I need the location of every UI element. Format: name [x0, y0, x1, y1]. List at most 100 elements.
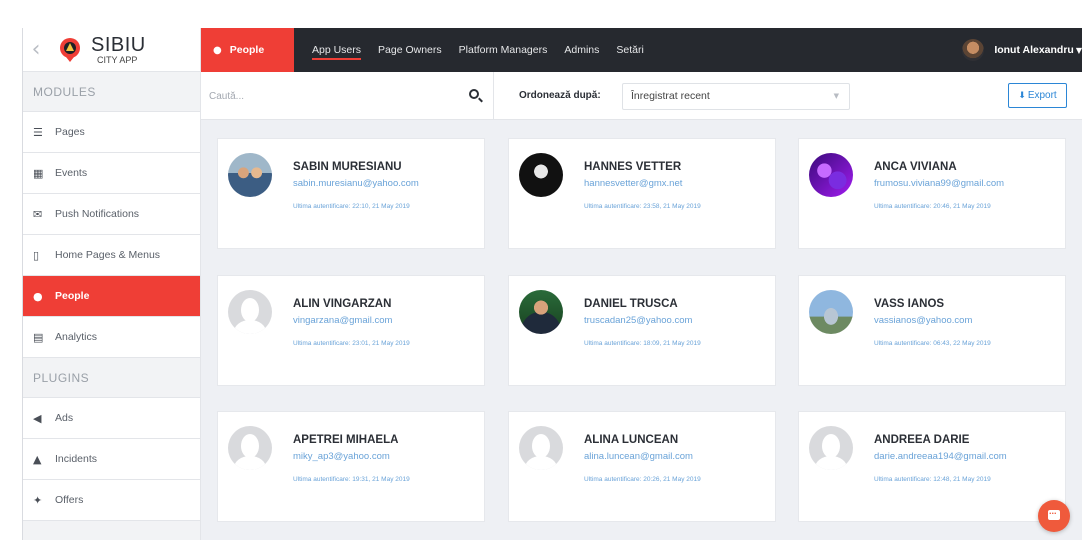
- section-plugins: PLUGINS: [23, 358, 200, 398]
- sidebar-item-label: Home Pages & Menus: [55, 249, 161, 261]
- user-icon: ●: [33, 289, 43, 303]
- tab-people[interactable]: ● People: [201, 28, 294, 72]
- section-modules: MODULES: [23, 72, 200, 112]
- chat-bubble-icon[interactable]: [1038, 500, 1070, 532]
- person-card[interactable]: VASS IANOS vassianos@yahoo.com Ultima au…: [798, 275, 1066, 386]
- avatar: [228, 153, 272, 197]
- filter-bar: Ordonează după: Înregistrat recent ▼ ⬇Ex…: [201, 72, 1082, 120]
- sort-select-value: Înregistrat recent: [631, 90, 710, 102]
- brand-subtitle: CITY APP: [97, 54, 138, 65]
- user-menu[interactable]: Ionut Alexandru ▼: [962, 28, 1082, 72]
- person-email[interactable]: truscadan25@yahoo.com: [584, 315, 692, 326]
- person-email[interactable]: hannesvetter@gmx.net: [584, 178, 682, 189]
- person-last-login: Ultima autentificare: 06:43, 22 May 2019: [874, 340, 991, 347]
- export-label: Export: [1027, 90, 1057, 101]
- person-email[interactable]: vingarzana@gmail.com: [293, 315, 392, 326]
- sidebar-item-label: People: [55, 290, 90, 302]
- sidebar-item-offers[interactable]: ✦ Offers: [23, 480, 200, 521]
- person-name: HANNES VETTER: [584, 161, 682, 173]
- tab-admins[interactable]: Admins: [564, 28, 599, 72]
- avatar: [809, 290, 853, 334]
- user-name: Ionut Alexandru: [994, 44, 1074, 56]
- user-icon: ●: [213, 44, 222, 56]
- sidebar-item-label: Analytics: [55, 331, 98, 343]
- person-last-login: Ultima autentificare: 12:48, 21 May 2019: [874, 476, 991, 483]
- tab-app-users[interactable]: App Users: [312, 28, 362, 72]
- warning-icon: ▲: [33, 452, 42, 466]
- person-card[interactable]: HANNES VETTER hannesvetter@gmx.net Ultim…: [508, 138, 776, 249]
- person-name: ANDREEA DARIE: [874, 434, 970, 446]
- person-name: APETREI MIHAELA: [293, 434, 399, 446]
- search-icon[interactable]: [469, 89, 479, 99]
- sidebar-item-home-pages-menus[interactable]: ▯ Home Pages & Menus: [23, 235, 200, 276]
- person-name: ALINA LUNCEAN: [584, 434, 679, 446]
- brand-text: SIBIU CITY APP: [91, 35, 146, 65]
- tab-people-label: People: [229, 44, 265, 56]
- person-name: ANCA VIVIANA: [874, 161, 957, 173]
- person-card[interactable]: DANIEL TRUSCA truscadan25@yahoo.com Ulti…: [508, 275, 776, 386]
- person-name: VASS IANOS: [874, 298, 945, 310]
- back-chevron-icon[interactable]: ‹: [23, 37, 49, 62]
- person-last-login: Ultima autentificare: 18:09, 21 May 2019: [584, 340, 701, 347]
- avatar: [228, 426, 272, 470]
- logo-pin-icon: [60, 37, 80, 62]
- sidebar-item-pages[interactable]: ☰ Pages: [23, 112, 200, 153]
- person-last-login: Ultima autentificare: 19:31, 21 May 2019: [293, 476, 410, 483]
- top-navbar: ● People App Users Page Owners Platform …: [201, 28, 1082, 72]
- avatar: [519, 153, 563, 197]
- brand-header: ‹ SIBIU CITY APP: [23, 28, 200, 72]
- sidebar: ‹ SIBIU CITY APP MODULES ☰ Pages ▦ Event…: [23, 28, 201, 540]
- calendar-icon: ▦: [33, 166, 44, 180]
- sidebar-item-label: Push Notifications: [55, 208, 140, 220]
- person-card[interactable]: ANDREEA DARIE darie.andreeaa194@gmail.co…: [798, 411, 1066, 522]
- tag-icon: ✦: [33, 493, 43, 507]
- person-name: DANIEL TRUSCA: [584, 298, 678, 310]
- list-icon: ☰: [33, 125, 43, 139]
- sidebar-item-label: Ads: [55, 412, 74, 424]
- person-card[interactable]: ALINA LUNCEAN alina.luncean@gmail.com Ul…: [508, 411, 776, 522]
- avatar: [809, 426, 853, 470]
- person-card[interactable]: ALIN VINGARZAN vingarzana@gmail.com Ulti…: [217, 275, 485, 386]
- sort-label: Ordonează după:: [519, 90, 601, 101]
- brand-name: SIBIU: [91, 33, 146, 56]
- person-name: SABIN MURESIANU: [293, 161, 402, 173]
- sidebar-item-ads[interactable]: ◀ Ads: [23, 398, 200, 439]
- sidebar-item-push-notifications[interactable]: ✉ Push Notifications: [23, 194, 200, 235]
- person-email[interactable]: frumosu.viviana99@gmail.com: [874, 178, 1004, 189]
- person-email[interactable]: alina.luncean@gmail.com: [584, 451, 693, 462]
- search-box: [201, 72, 494, 120]
- person-email[interactable]: darie.andreeaa194@gmail.com: [874, 451, 1007, 462]
- download-icon: ⬇: [1018, 91, 1026, 101]
- person-email[interactable]: vassianos@yahoo.com: [874, 315, 972, 326]
- caret-down-icon: ▼: [1075, 45, 1082, 55]
- sort-select[interactable]: Înregistrat recent ▼: [622, 83, 850, 110]
- tab-page-owners[interactable]: Page Owners: [378, 28, 442, 72]
- sidebar-item-people[interactable]: ● People: [23, 276, 200, 317]
- person-email[interactable]: miky_ap3@yahoo.com: [293, 451, 390, 462]
- tab-platform-managers[interactable]: Platform Managers: [459, 28, 548, 72]
- person-last-login: Ultima autentificare: 23:01, 21 May 2019: [293, 340, 410, 347]
- sidebar-item-analytics[interactable]: ▤ Analytics: [23, 317, 200, 358]
- avatar: [809, 153, 853, 197]
- person-last-login: Ultima autentificare: 20:46, 21 May 2019: [874, 203, 991, 210]
- envelope-icon: ✉: [33, 207, 43, 221]
- avatar: [228, 290, 272, 334]
- sidebar-item-incidents[interactable]: ▲ Incidents: [23, 439, 200, 480]
- person-card[interactable]: APETREI MIHAELA miky_ap3@yahoo.com Ultim…: [217, 411, 485, 522]
- person-last-login: Ultima autentificare: 20:26, 21 May 2019: [584, 476, 701, 483]
- search-input[interactable]: [201, 72, 441, 120]
- app-window: ‹ SIBIU CITY APP MODULES ☰ Pages ▦ Event…: [22, 28, 1082, 540]
- people-grid: SABIN MURESIANU sabin.muresianu@yahoo.co…: [201, 120, 1082, 540]
- export-button[interactable]: ⬇ Export: [1008, 83, 1067, 108]
- avatar: [519, 290, 563, 334]
- people-tabs: App Users Page Owners Platform Managers …: [312, 28, 661, 72]
- person-last-login: Ultima autentificare: 23:58, 21 May 2019: [584, 203, 701, 210]
- person-email[interactable]: sabin.muresianu@yahoo.com: [293, 178, 419, 189]
- avatar: [962, 39, 985, 61]
- tab-settings[interactable]: Setări: [616, 28, 643, 72]
- person-card[interactable]: ANCA VIVIANA frumosu.viviana99@gmail.com…: [798, 138, 1066, 249]
- person-card[interactable]: SABIN MURESIANU sabin.muresianu@yahoo.co…: [217, 138, 485, 249]
- avatar: [519, 426, 563, 470]
- sidebar-item-events[interactable]: ▦ Events: [23, 153, 200, 194]
- chart-icon: ▤: [33, 330, 44, 344]
